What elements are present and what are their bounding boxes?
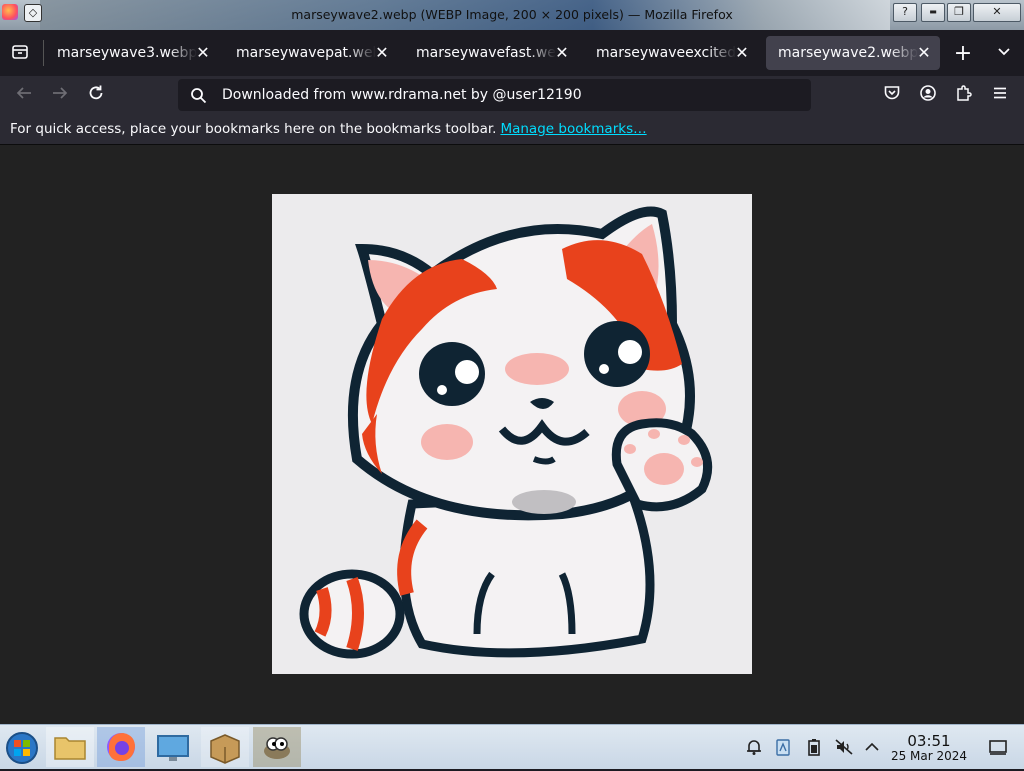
tab-label: marseywave2.webp ( <box>778 45 918 61</box>
tab-label: marseywave3.webp ( <box>57 45 197 61</box>
arrow-left-icon <box>16 87 31 99</box>
tab-marseywavefast[interactable]: marseywavefast.web ✕ <box>404 36 578 70</box>
tab-close-icon[interactable]: ✕ <box>732 43 752 63</box>
close-window-button[interactable]: ✕ <box>973 3 1021 22</box>
hamburger-icon <box>994 87 1006 99</box>
tab-close-icon[interactable]: ✕ <box>552 43 572 63</box>
webp-image[interactable] <box>272 194 752 674</box>
clock-time: 03:51 <box>907 732 951 750</box>
tab-close-icon[interactable]: ✕ <box>372 43 392 63</box>
clipboard-icon <box>776 739 790 756</box>
new-tab-button[interactable]: + <box>952 43 974 65</box>
address-bar[interactable]: Downloaded from www.rdrama.net by @user1… <box>178 79 811 111</box>
search-icon <box>191 88 207 104</box>
image-viewer <box>0 145 1024 724</box>
tab-label: marseywavepat.webp <box>236 45 376 61</box>
battery-icon <box>808 739 820 756</box>
window-title: marseywave2.webp (WEBP Image, 200 × 200 … <box>291 7 733 22</box>
account-button[interactable] <box>917 84 939 106</box>
tab-close-icon[interactable]: ✕ <box>193 43 213 63</box>
gimp-launcher[interactable] <box>253 727 301 767</box>
minimize-button[interactable]: ▬ <box>921 3 945 22</box>
forward-button[interactable] <box>49 84 71 106</box>
archive-manager-launcher[interactable] <box>201 727 249 767</box>
manage-bookmarks-link[interactable]: Manage bookmarks… <box>500 121 646 137</box>
pocket-button[interactable] <box>881 84 903 106</box>
windows-orb-icon <box>6 732 38 764</box>
extensions-button[interactable] <box>953 84 975 106</box>
gimp-icon <box>264 737 290 759</box>
marsey-cat-waving-icon <box>299 206 713 659</box>
tab-marseywavepat[interactable]: marseywavepat.webp ✕ <box>224 36 398 70</box>
folder-icon <box>54 737 86 760</box>
tab-label: marseywavefast.web <box>416 45 556 61</box>
firefox-view-icon <box>12 45 28 59</box>
notification-bell-icon[interactable] <box>744 737 764 757</box>
firefox-launcher[interactable] <box>97 727 145 767</box>
system-taskbar: 03:51 25 Mar 2024 <box>0 724 1024 769</box>
puzzle-icon <box>957 85 972 101</box>
url-text: Downloaded from www.rdrama.net by @user1… <box>222 87 582 103</box>
desktop-icon <box>989 740 1007 755</box>
pocket-icon <box>884 86 900 100</box>
reload-button[interactable] <box>85 84 107 106</box>
app-menu-button[interactable] <box>989 84 1011 106</box>
chevron-down-icon <box>998 48 1010 56</box>
start-menu-button[interactable] <box>0 727 48 767</box>
monitor-settings-icon <box>157 735 189 761</box>
file-manager-launcher[interactable] <box>46 727 94 767</box>
tab-marseywave2[interactable]: marseywave2.webp ( ✕ <box>766 36 940 70</box>
tab-label: marseywaveexcited.w <box>596 45 736 61</box>
battery-tray-icon[interactable] <box>804 737 824 757</box>
system-settings-launcher[interactable] <box>149 727 197 767</box>
clock-date: 25 Mar 2024 <box>890 749 968 763</box>
help-button[interactable]: ? <box>893 3 917 22</box>
reload-icon <box>89 85 103 100</box>
package-icon <box>210 734 240 764</box>
clipboard-tray-icon[interactable] <box>773 737 793 757</box>
bell-icon <box>747 740 761 755</box>
maximize-button[interactable]: ❐ <box>947 3 971 22</box>
chevron-up-icon <box>865 742 879 751</box>
tab-close-icon[interactable]: ✕ <box>914 43 934 63</box>
taskbar-clock[interactable]: 03:51 25 Mar 2024 <box>884 733 974 763</box>
firefox-view-button[interactable] <box>9 43 31 65</box>
volume-muted-tray-icon[interactable] <box>834 737 854 757</box>
account-icon <box>920 85 936 101</box>
list-all-tabs-button[interactable] <box>993 43 1015 65</box>
tab-marseywaveexcited[interactable]: marseywaveexcited.w ✕ <box>584 36 758 70</box>
firefox-icon <box>107 733 135 761</box>
tab-strip: marseywave3.webp ( ✕ marseywavepat.webp … <box>0 30 1024 76</box>
tab-marseywave3[interactable]: marseywave3.webp ( ✕ <box>45 36 219 70</box>
tray-expand-button[interactable] <box>862 737 882 757</box>
bookmarks-message-text: For quick access, place your bookmarks h… <box>10 121 497 137</box>
speaker-muted-icon <box>835 739 853 755</box>
window-titlebar: ◇ marseywave2.webp (WEBP Image, 200 × 20… <box>0 0 1024 30</box>
navigation-toolbar: Downloaded from www.rdrama.net by @user1… <box>0 76 1024 114</box>
show-desktop-button[interactable] <box>988 737 1008 757</box>
arrow-right-icon <box>53 87 68 99</box>
back-button[interactable] <box>13 84 35 106</box>
bookmarks-empty-message: For quick access, place your bookmarks h… <box>10 121 647 137</box>
tab-divider <box>43 40 44 66</box>
bookmarks-toolbar: For quick access, place your bookmarks h… <box>0 114 1024 145</box>
